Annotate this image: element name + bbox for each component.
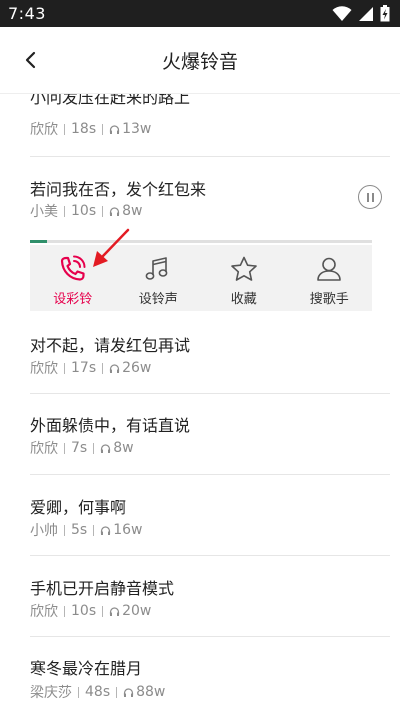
ringtone-row[interactable]: 爱卿，何事啊 小帅 5s 16w	[30, 475, 390, 556]
wifi-icon	[332, 5, 352, 21]
ringtone-title: 手机已开启静音模式	[30, 579, 175, 598]
ringtone-plays: 20w	[122, 603, 152, 619]
headphone-icon	[110, 606, 120, 616]
search-singer-button[interactable]: 搜歌手	[287, 245, 373, 311]
favorite-button[interactable]: 收藏	[201, 245, 287, 311]
star-icon	[230, 256, 257, 281]
ringtone-meta: 小美 10s 8w	[30, 201, 142, 221]
ringtone-meta: 欣欣 7s 8w	[30, 438, 134, 458]
ringtone-plays: 26w	[122, 360, 152, 376]
music-note-icon	[145, 257, 168, 280]
header: 火爆铃音	[0, 27, 400, 94]
headphone-icon	[110, 124, 120, 134]
ringtone-artist: 欣欣	[30, 122, 58, 138]
battery-icon	[380, 5, 390, 22]
ringtone-plays: 88w	[136, 684, 166, 700]
ringtone-artist: 欣欣	[30, 604, 58, 620]
ringtone-artist: 小帅	[30, 523, 58, 539]
page-title: 火爆铃音	[161, 50, 238, 73]
ringtone-list[interactable]: 小问发压在赶来的路上 欣欣 18s 13w 若问我在否，发个红包来 小美 10s…	[0, 93, 400, 710]
favorite-label: 收藏	[230, 292, 257, 307]
search-singer-label: 搜歌手	[309, 292, 349, 307]
ringtone-meta: 欣欣 17s 26w	[30, 358, 151, 378]
pause-button[interactable]	[358, 185, 382, 209]
ringtone-duration: 48s	[85, 684, 111, 700]
ringtone-duration: 18s	[71, 121, 97, 137]
ringtone-row[interactable]: 小问发压在赶来的路上 欣欣 18s 13w	[30, 93, 390, 157]
ringtone-meta: 梁庆莎 48s 88w	[30, 682, 165, 702]
ringtone-row-playing[interactable]: 若问我在否，发个红包来 小美 10s 8w	[30, 157, 390, 247]
headphone-icon	[101, 443, 111, 453]
ringtone-plays: 16w	[113, 522, 143, 538]
ringtone-row[interactable]: 外面躲债中，有话直说 欣欣 7s 8w	[30, 394, 390, 475]
ringtone-meta: 小帅 5s 16w	[30, 520, 142, 540]
ringtone-title: 爱卿，何事啊	[30, 498, 127, 517]
headphone-icon	[110, 363, 120, 373]
playback-progress[interactable]	[30, 240, 372, 243]
ringtone-artist: 欣欣	[30, 361, 58, 377]
phone-ring-icon	[60, 255, 86, 281]
ringtone-plays: 8w	[113, 440, 134, 456]
action-panel: 设彩铃 设铃声 收藏 搜歌手	[30, 245, 372, 311]
pause-icon	[366, 192, 369, 202]
headphone-icon	[101, 525, 111, 535]
ringtone-artist: 小美	[30, 204, 58, 220]
ringtone-artist: 梁庆莎	[30, 685, 72, 701]
status-icons	[332, 5, 390, 22]
ringtone-duration: 10s	[71, 203, 97, 219]
ringtone-duration: 7s	[71, 440, 88, 456]
ringtone-row[interactable]: 手机已开启静音模式 欣欣 10s 20w	[30, 556, 390, 637]
ringtone-title: 对不起，请发红包再试	[30, 336, 191, 355]
ringtone-artist: 欣欣	[30, 441, 58, 457]
headphone-icon	[110, 206, 120, 216]
ringtone-plays: 8w	[122, 203, 143, 219]
playback-progress-fill	[30, 240, 48, 243]
ringtone-duration: 5s	[71, 522, 88, 538]
ringtone-duration: 17s	[71, 360, 97, 376]
ringtone-meta: 欣欣 18s 13w	[30, 119, 151, 139]
ringtone-meta: 欣欣 10s 20w	[30, 601, 151, 621]
back-button[interactable]	[14, 43, 48, 77]
status-time: 7:43	[8, 4, 46, 23]
back-arrow-icon	[25, 51, 36, 69]
ringtone-duration: 10s	[71, 603, 97, 619]
status-bar: 7:43	[0, 0, 400, 27]
ringtone-plays: 13w	[122, 121, 152, 137]
set-ringtone-button[interactable]: 设铃声	[116, 245, 202, 311]
ringtone-row[interactable]: 寒冬最冷在腊月 梁庆莎 48s 88w	[30, 637, 390, 710]
headphone-icon	[124, 687, 134, 697]
set-color-ring-label: 设彩铃	[53, 292, 93, 307]
signal-icon	[359, 6, 373, 21]
singer-icon	[317, 257, 342, 281]
set-color-ring-button[interactable]: 设彩铃	[30, 245, 116, 311]
ringtone-title: 小问发压在赶来的路上	[30, 93, 191, 107]
ringtone-title: 若问我在否，发个红包来	[30, 180, 207, 199]
set-ringtone-label: 设铃声	[138, 292, 178, 307]
ringtone-title: 外面躲债中，有话直说	[30, 416, 191, 435]
ringtone-row[interactable]: 对不起，请发红包再试 欣欣 17s 26w	[30, 311, 390, 394]
ringtone-title: 寒冬最冷在腊月	[30, 659, 143, 678]
